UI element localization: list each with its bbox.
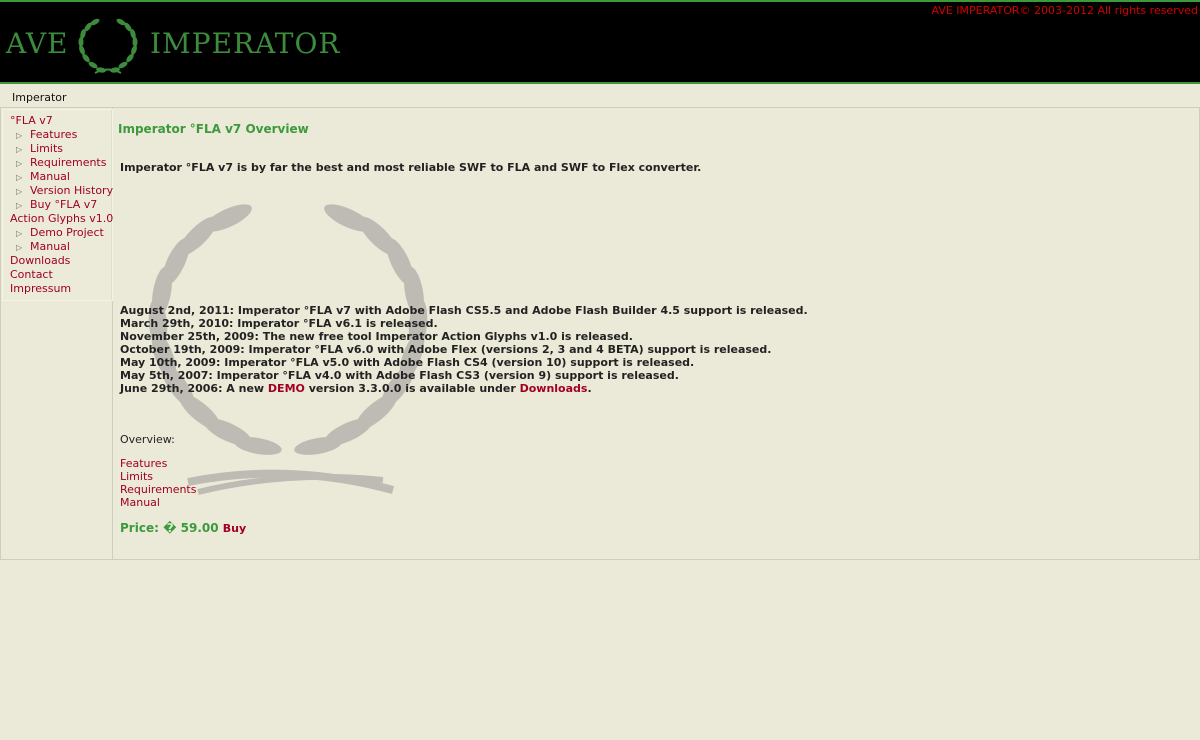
chevron-right-icon: ▷ (16, 229, 23, 238)
sidebar-item-features[interactable]: ▷ Features (3, 128, 111, 142)
breadcrumb-bar: Imperator (0, 86, 1200, 108)
sidebar-item-label: Manual (30, 240, 70, 253)
intro-text: Imperator °FLA v7 is by far the best and… (120, 161, 702, 174)
sidebar-item-action-glyphs[interactable]: Action Glyphs v1.0 (3, 212, 114, 226)
sidebar-item-label: °FLA v7 (10, 114, 53, 127)
news-text: June 29th, 2006: A new (120, 382, 268, 395)
downloads-link[interactable]: Downloads (520, 382, 588, 395)
demo-link[interactable]: DEMO (268, 382, 305, 395)
price-label: Price: (120, 521, 159, 535)
sidebar-item-label: Requirements (30, 156, 107, 169)
news-text: version 3.3.0.0 is available under (304, 382, 520, 395)
sidebar-item-limits[interactable]: ▷ Limits (3, 142, 111, 156)
sidebar-item-glyphs-manual[interactable]: ▷ Manual (3, 240, 111, 254)
sidebar-item-label: Features (30, 128, 78, 141)
overview-link-limits[interactable]: Limits (120, 470, 196, 483)
news-item: August 2nd, 2011: Imperator °FLA v7 with… (120, 304, 808, 317)
sidebar-item-demo-project[interactable]: ▷ Demo Project (3, 226, 111, 240)
sidebar-item-label: Demo Project (30, 226, 104, 239)
sidebar-item-downloads[interactable]: Downloads (3, 254, 111, 268)
news-list: August 2nd, 2011: Imperator °FLA v7 with… (120, 304, 808, 395)
sidebar-item-contact[interactable]: Contact (3, 268, 111, 282)
sidebar-item-label: Contact (10, 268, 53, 281)
news-item: June 29th, 2006: A new DEMO version 3.3.… (120, 382, 808, 395)
chevron-right-icon: ▷ (16, 173, 23, 182)
news-item: May 10th, 2009: Imperator °FLA v5.0 with… (120, 356, 695, 369)
buy-link[interactable]: Buy (223, 522, 246, 535)
chevron-right-icon: ▷ (16, 145, 23, 154)
page-title: Imperator °FLA v7 Overview (118, 122, 309, 136)
sidebar-item-label: Impressum (10, 282, 72, 295)
overview-link-features[interactable]: Features (120, 457, 196, 470)
chevron-right-icon: ▷ (16, 243, 23, 252)
overview-links: Features Limits Requirements Manual (120, 457, 196, 509)
news-item: November 25th, 2009: The new free tool I… (120, 330, 633, 343)
news-text: . (587, 382, 592, 395)
news-item: October 19th, 2009: Imperator °FLA v6.0 … (120, 343, 772, 356)
breadcrumb: Imperator (12, 91, 67, 104)
sidebar: °FLA v7 ▷ Features ▷ Limits ▷ Requirements … (0, 108, 113, 560)
sidebar-item-label: Version History (30, 184, 114, 197)
price-line: Price: � 59.00 Buy (120, 521, 246, 535)
chevron-right-icon: ▷ (16, 159, 23, 168)
sidebar-item-requirements[interactable]: ▷ Requirements (3, 156, 111, 170)
sidebar-item-label: Buy °FLA v7 (30, 198, 98, 211)
sidebar-item-buy-fla-v7[interactable]: ▷ Buy °FLA v7 (3, 198, 111, 212)
sidebar-item-label: Downloads (10, 254, 71, 267)
overview-link-requirements[interactable]: Requirements (120, 483, 196, 496)
sidebar-item-manual[interactable]: ▷ Manual (3, 170, 111, 184)
sidebar-item-label: Limits (30, 142, 63, 155)
sidebar-item-label: Action Glyphs v1.0 (10, 212, 114, 225)
sidebar-item-fla-v7[interactable]: °FLA v7 (3, 114, 111, 128)
copyright-notice: AVE IMPERATOR© 2003-2012 All rights rese… (931, 4, 1199, 17)
chevron-right-icon: ▷ (16, 187, 23, 196)
price-value: � 59.00 (163, 521, 219, 535)
site-header: AVE IMPERATOR© 2003-2012 All rights rese… (0, 0, 1200, 84)
chevron-right-icon: ▷ (16, 131, 23, 140)
laurel-wreath-icon (78, 18, 138, 74)
chevron-right-icon: ▷ (16, 201, 23, 210)
logo-text-ave: AVE (6, 27, 69, 60)
news-item: May 5th, 2007: Imperator °FLA v4.0 with … (120, 369, 679, 382)
news-item: March 29th, 2010: Imperator °FLA v6.1 is… (120, 317, 438, 330)
overview-link-manual[interactable]: Manual (120, 496, 196, 509)
overview-label: Overview: (120, 433, 175, 446)
sidebar-item-label: Manual (30, 170, 70, 183)
main-content: Imperator °FLA v7 Overview Imperator °FL… (113, 108, 1200, 560)
sidebar-item-impressum[interactable]: Impressum (3, 282, 111, 296)
sidebar-nav: °FLA v7 ▷ Features ▷ Limits ▷ Requirements … (3, 110, 114, 300)
sidebar-item-version-history[interactable]: ▷ Version History (3, 184, 114, 198)
logo-text-imperator: IMPERATOR (150, 27, 341, 60)
